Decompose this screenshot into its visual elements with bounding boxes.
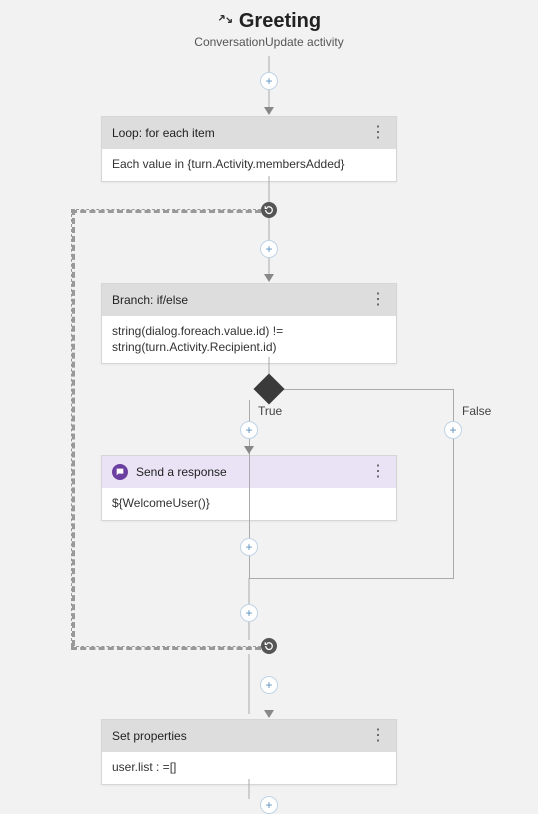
add-node-after-loop[interactable]: + bbox=[260, 676, 278, 694]
add-node-false[interactable]: + bbox=[444, 421, 462, 439]
loop-top-icon bbox=[261, 202, 277, 218]
add-node-after-branch[interactable]: + bbox=[240, 604, 258, 622]
trigger-title-block: Greeting ConversationUpdate activity bbox=[194, 10, 343, 49]
branch-body: string(dialog.foreach.value.id) != strin… bbox=[102, 316, 396, 363]
response-menu-icon[interactable]: ⋮ bbox=[370, 464, 386, 480]
setprops-menu-icon[interactable]: ⋮ bbox=[370, 728, 386, 744]
setprops-header: Set properties bbox=[112, 729, 187, 743]
loop-card[interactable]: Loop: for each item ⋮ Each value in {tur… bbox=[101, 116, 397, 182]
loop-bottom-icon bbox=[261, 638, 277, 654]
false-label: False bbox=[462, 404, 491, 418]
trigger-title: Greeting bbox=[239, 10, 321, 33]
trigger-icon bbox=[217, 11, 233, 32]
branch-menu-icon[interactable]: ⋮ bbox=[370, 292, 386, 308]
branch-diamond-icon bbox=[253, 373, 284, 404]
loop-header: Loop: for each item bbox=[112, 126, 215, 140]
true-label: True bbox=[258, 404, 282, 418]
add-node-after-response[interactable]: + bbox=[240, 538, 258, 556]
chat-icon bbox=[112, 464, 128, 480]
add-node-in-loop[interactable]: + bbox=[260, 240, 278, 258]
flow-canvas: Greeting ConversationUpdate activity + L… bbox=[0, 0, 538, 808]
response-header: Send a response bbox=[136, 465, 227, 479]
loop-body: Each value in {turn.Activity.membersAdde… bbox=[102, 149, 396, 181]
loop-menu-icon[interactable]: ⋮ bbox=[370, 125, 386, 141]
setprops-card[interactable]: Set properties ⋮ user.list : =[] bbox=[101, 719, 397, 785]
add-node-top[interactable]: + bbox=[260, 72, 278, 90]
add-node-true[interactable]: + bbox=[240, 421, 258, 439]
branch-card[interactable]: Branch: if/else ⋮ string(dialog.foreach.… bbox=[101, 283, 397, 364]
trigger-subtitle: ConversationUpdate activity bbox=[194, 35, 343, 49]
add-node-bottom[interactable]: + bbox=[260, 796, 278, 814]
branch-header: Branch: if/else bbox=[112, 293, 188, 307]
